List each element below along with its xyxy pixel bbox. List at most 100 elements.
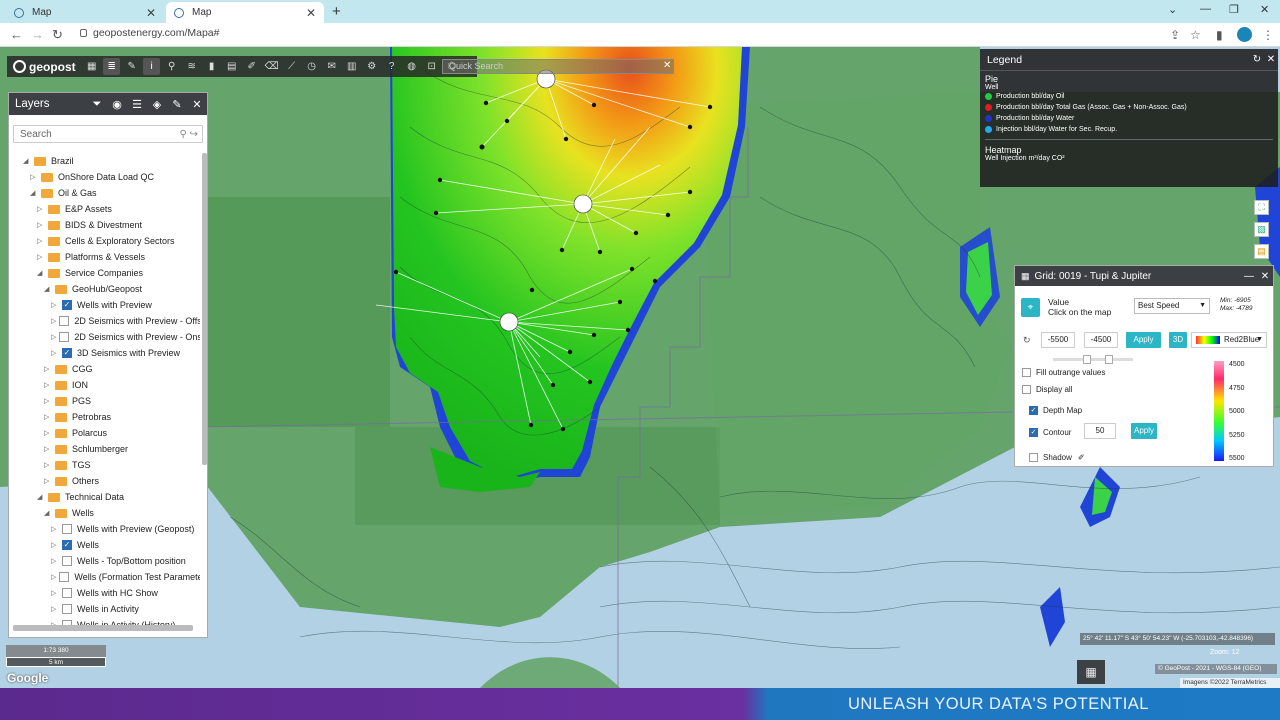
collapsed-arrow-icon[interactable]: ▷ (44, 429, 52, 437)
vertical-scrollbar[interactable] (202, 153, 207, 465)
draw-icon[interactable]: ✎ (123, 58, 140, 75)
tree-folder[interactable]: ◢ Service Companies (9, 265, 200, 281)
expanded-arrow-icon[interactable]: ◢ (44, 285, 52, 293)
tree-folder[interactable]: ▷ Platforms & Vessels (9, 249, 200, 265)
window-close-icon[interactable]: ✕ (1260, 3, 1269, 16)
chart-icon[interactable]: ▥ (343, 58, 360, 75)
browser-tab-1[interactable]: Map ✕ (6, 2, 164, 23)
tree-folder[interactable]: ◢ Wells (9, 505, 200, 521)
range-max-input[interactable]: -4500 (1084, 332, 1118, 348)
close-tab-icon[interactable]: ✕ (146, 6, 156, 20)
browser-tab-2[interactable]: Map ✕ (166, 2, 324, 23)
visibility-eye-icon[interactable]: ◉ (107, 98, 127, 111)
expanded-arrow-icon[interactable]: ◢ (37, 493, 45, 501)
list-icon[interactable]: ☰ (127, 98, 147, 111)
tree-layer[interactable]: ▷ ✓ 3D Seismics with Preview (9, 345, 200, 361)
tree-folder[interactable]: ▷ Schlumberger (9, 441, 200, 457)
tree-folder[interactable]: ▷ TGS (9, 457, 200, 473)
expanded-arrow-icon[interactable]: ◢ (23, 157, 31, 165)
tree-layer[interactable]: ▷ Wells with HC Show (9, 585, 200, 601)
ruler-icon[interactable]: ⟋ (283, 58, 300, 75)
fullscreen-icon[interactable]: ⛶ (1254, 200, 1269, 215)
range-min-input[interactable]: -5500 (1041, 332, 1075, 348)
basemap-icon[interactable]: ▤ (1254, 244, 1269, 259)
url-field[interactable]: geopostenergy.com/Mapa# (80, 27, 219, 39)
settings-gear-icon[interactable]: ⚙ (363, 58, 380, 75)
contour-interval-input[interactable]: 50 (1084, 423, 1116, 439)
apps-grid-icon[interactable]: ▦ (83, 58, 100, 75)
share-icon[interactable]: ⇪ (1170, 28, 1180, 42)
reset-range-icon[interactable]: ↻ (1023, 335, 1031, 346)
tree-layer[interactable]: ▷ 2D Seismics with Preview - Onshore (9, 329, 200, 345)
tree-layer[interactable]: ▷ Wells (Formation Test Parameters) (9, 569, 200, 585)
tree-folder[interactable]: ▷ PGS (9, 393, 200, 409)
tree-folder[interactable]: ◢ GeoHub/Geopost (9, 281, 200, 297)
grid-toggle-icon[interactable]: ▦ (1077, 660, 1105, 684)
new-tab-icon[interactable]: + (332, 3, 341, 20)
collapsed-arrow-icon[interactable]: ▷ (51, 301, 59, 309)
globe-icon[interactable]: ◍ (403, 58, 420, 75)
layers-stack-icon[interactable]: ◈ (147, 98, 167, 111)
tree-layer[interactable]: ▷ 2D Seismics with Preview - Offshore (9, 313, 200, 329)
apply-contour-button[interactable]: Apply (1131, 423, 1157, 439)
layer-checkbox[interactable]: ✓ (62, 300, 72, 310)
layers-search-input[interactable]: Search ⚲ ↪ (13, 125, 203, 143)
mail-icon[interactable]: ✉ (323, 58, 340, 75)
profile-avatar[interactable] (1237, 27, 1252, 42)
collapsed-arrow-icon[interactable]: ▷ (44, 365, 52, 373)
3d-button[interactable]: 3D (1169, 332, 1187, 348)
tree-folder[interactable]: ◢ Brazil (9, 153, 200, 169)
fill-outrange-checkbox[interactable]: Fill outrange values (1022, 368, 1105, 377)
tree-folder[interactable]: ▷ Cells & Exploratory Sectors (9, 233, 200, 249)
collapsed-arrow-icon[interactable]: ▷ (37, 221, 45, 229)
tree-layer[interactable]: ▷ Wells - Top/Bottom position (9, 553, 200, 569)
bookmark-icon[interactable]: ▮ (203, 58, 220, 75)
tree-folder[interactable]: ▷ OnShore Data Load QC (9, 169, 200, 185)
help-icon[interactable]: ? (383, 58, 400, 75)
bookmark-star-icon[interactable]: ☆ (1190, 28, 1201, 42)
layer-checkbox[interactable] (62, 588, 72, 598)
reload-icon[interactable]: ↻ (52, 27, 63, 43)
tree-folder[interactable]: ▷ E&P Assets (9, 201, 200, 217)
close-legend-icon[interactable]: ✕ (1264, 54, 1278, 65)
collapsed-arrow-icon[interactable]: ▷ (44, 445, 52, 453)
collapsed-arrow-icon[interactable]: ▷ (51, 317, 56, 325)
lock-icon[interactable]: ⊡ (423, 58, 440, 75)
refresh-icon[interactable]: ↻ (1250, 54, 1264, 65)
maximize-icon[interactable]: ❐ (1229, 3, 1239, 16)
shadow-checkbox[interactable]: Shadow ✐ (1029, 453, 1085, 462)
layer-checkbox[interactable] (62, 604, 72, 614)
quick-search-close-icon[interactable]: ✕ (663, 60, 671, 71)
depth-map-checkbox[interactable]: ✓ Depth Map (1029, 406, 1082, 415)
layer-checkbox[interactable] (59, 332, 70, 342)
range-slider[interactable] (1053, 355, 1133, 364)
minimize-panel-icon[interactable]: — (1241, 271, 1257, 282)
collapsed-arrow-icon[interactable]: ▷ (37, 253, 45, 261)
collapsed-arrow-icon[interactable]: ▷ (51, 349, 59, 357)
layer-checkbox[interactable] (62, 556, 72, 566)
eraser-icon[interactable]: ⌫ (263, 58, 280, 75)
tree-folder[interactable]: ▷ CGG (9, 361, 200, 377)
collapsed-arrow-icon[interactable]: ▷ (44, 477, 52, 485)
collapsed-arrow-icon[interactable]: ▷ (37, 205, 45, 213)
speed-select[interactable]: Best Speed ▼ (1134, 298, 1210, 314)
tree-folder[interactable]: ▷ Others (9, 473, 200, 489)
close-grid-icon[interactable]: ✕ (1257, 271, 1273, 282)
back-icon[interactable]: ← (10, 27, 23, 42)
layer-checkbox[interactable] (59, 316, 70, 326)
collapsed-arrow-icon[interactable]: ▷ (44, 381, 52, 389)
pencil-icon[interactable]: ✐ (243, 58, 260, 75)
collapsed-arrow-icon[interactable]: ▷ (51, 525, 59, 533)
value-picker-icon[interactable]: ⌖ (1021, 298, 1040, 317)
apply-range-button[interactable]: Apply (1126, 332, 1161, 348)
slider-handle-max[interactable] (1105, 355, 1113, 364)
table-icon[interactable]: ▤ (223, 58, 240, 75)
collapsed-arrow-icon[interactable]: ▷ (51, 333, 56, 341)
layer-checkbox[interactable] (62, 524, 72, 534)
tree-layer[interactable]: ▷ Wells in Activity (9, 601, 200, 617)
collapsed-arrow-icon[interactable]: ▷ (51, 605, 59, 613)
display-all-checkbox[interactable]: Display all (1022, 385, 1072, 394)
map-type-icon[interactable]: ▧ (1254, 222, 1269, 237)
layers-icon[interactable]: ≣ (103, 58, 121, 75)
filter-icon[interactable]: ⏷ (87, 98, 107, 111)
